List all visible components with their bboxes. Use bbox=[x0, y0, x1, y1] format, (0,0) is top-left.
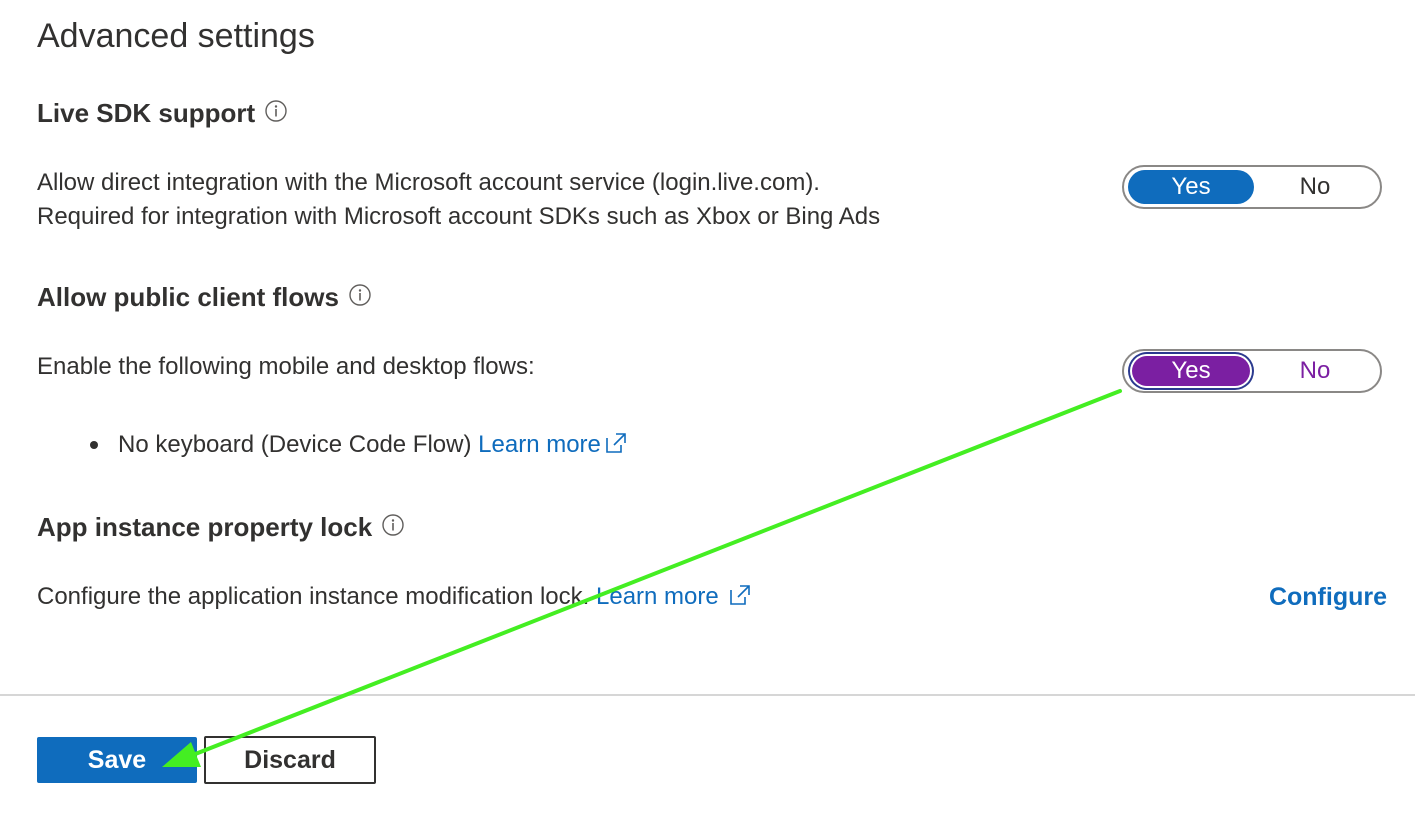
live-sdk-title-text: Live SDK support bbox=[37, 98, 256, 128]
info-icon[interactable] bbox=[382, 510, 404, 536]
save-button[interactable]: Save bbox=[37, 737, 197, 783]
live-sdk-no-option[interactable]: No bbox=[1254, 170, 1376, 204]
info-icon[interactable] bbox=[349, 280, 371, 306]
device-code-flow-text: No keyboard (Device Code Flow) bbox=[118, 431, 472, 458]
live-sdk-description-line1: Allow direct integration with the Micros… bbox=[37, 169, 820, 196]
instance-lock-title-text: App instance property lock bbox=[37, 512, 373, 542]
configure-link[interactable]: Configure bbox=[1269, 580, 1387, 614]
discard-button[interactable]: Discard bbox=[204, 736, 376, 784]
device-code-learn-more-link[interactable]: Learn more bbox=[478, 428, 629, 462]
live-sdk-yes-option[interactable]: Yes bbox=[1128, 170, 1254, 204]
learn-more-text: Learn more bbox=[478, 431, 601, 458]
learn-more-text: Learn more bbox=[596, 583, 719, 610]
public-client-section-title: Allow public client flows bbox=[37, 280, 371, 314]
public-client-no-option[interactable]: No bbox=[1254, 354, 1376, 388]
device-code-flow-list-item: No keyboard (Device Code Flow) Learn mor… bbox=[90, 428, 629, 462]
public-client-title-text: Allow public client flows bbox=[37, 282, 339, 312]
footer-divider bbox=[0, 694, 1415, 696]
instance-lock-section-title: App instance property lock bbox=[37, 510, 404, 544]
public-client-yes-option[interactable]: Yes bbox=[1132, 356, 1250, 386]
bullet-dot bbox=[90, 441, 98, 449]
instance-lock-learn-more-link[interactable]: Learn more bbox=[596, 583, 753, 610]
live-sdk-description-line2: Required for integration with Microsoft … bbox=[37, 203, 881, 230]
public-client-toggle[interactable]: Yes No bbox=[1122, 349, 1382, 393]
page-title: Advanced settings bbox=[37, 17, 315, 55]
instance-lock-description-row: Configure the application instance modif… bbox=[37, 580, 753, 614]
public-client-description: Enable the following mobile and desktop … bbox=[37, 353, 535, 380]
info-icon[interactable] bbox=[265, 96, 287, 122]
app-registration-advanced-settings: Advanced settings Live SDK support Allow… bbox=[0, 0, 1415, 824]
external-link-icon bbox=[727, 582, 753, 608]
live-sdk-section-title: Live SDK support bbox=[37, 96, 287, 130]
external-link-icon bbox=[603, 430, 629, 456]
live-sdk-toggle[interactable]: Yes No bbox=[1122, 165, 1382, 209]
instance-lock-description: Configure the application instance modif… bbox=[37, 583, 590, 610]
